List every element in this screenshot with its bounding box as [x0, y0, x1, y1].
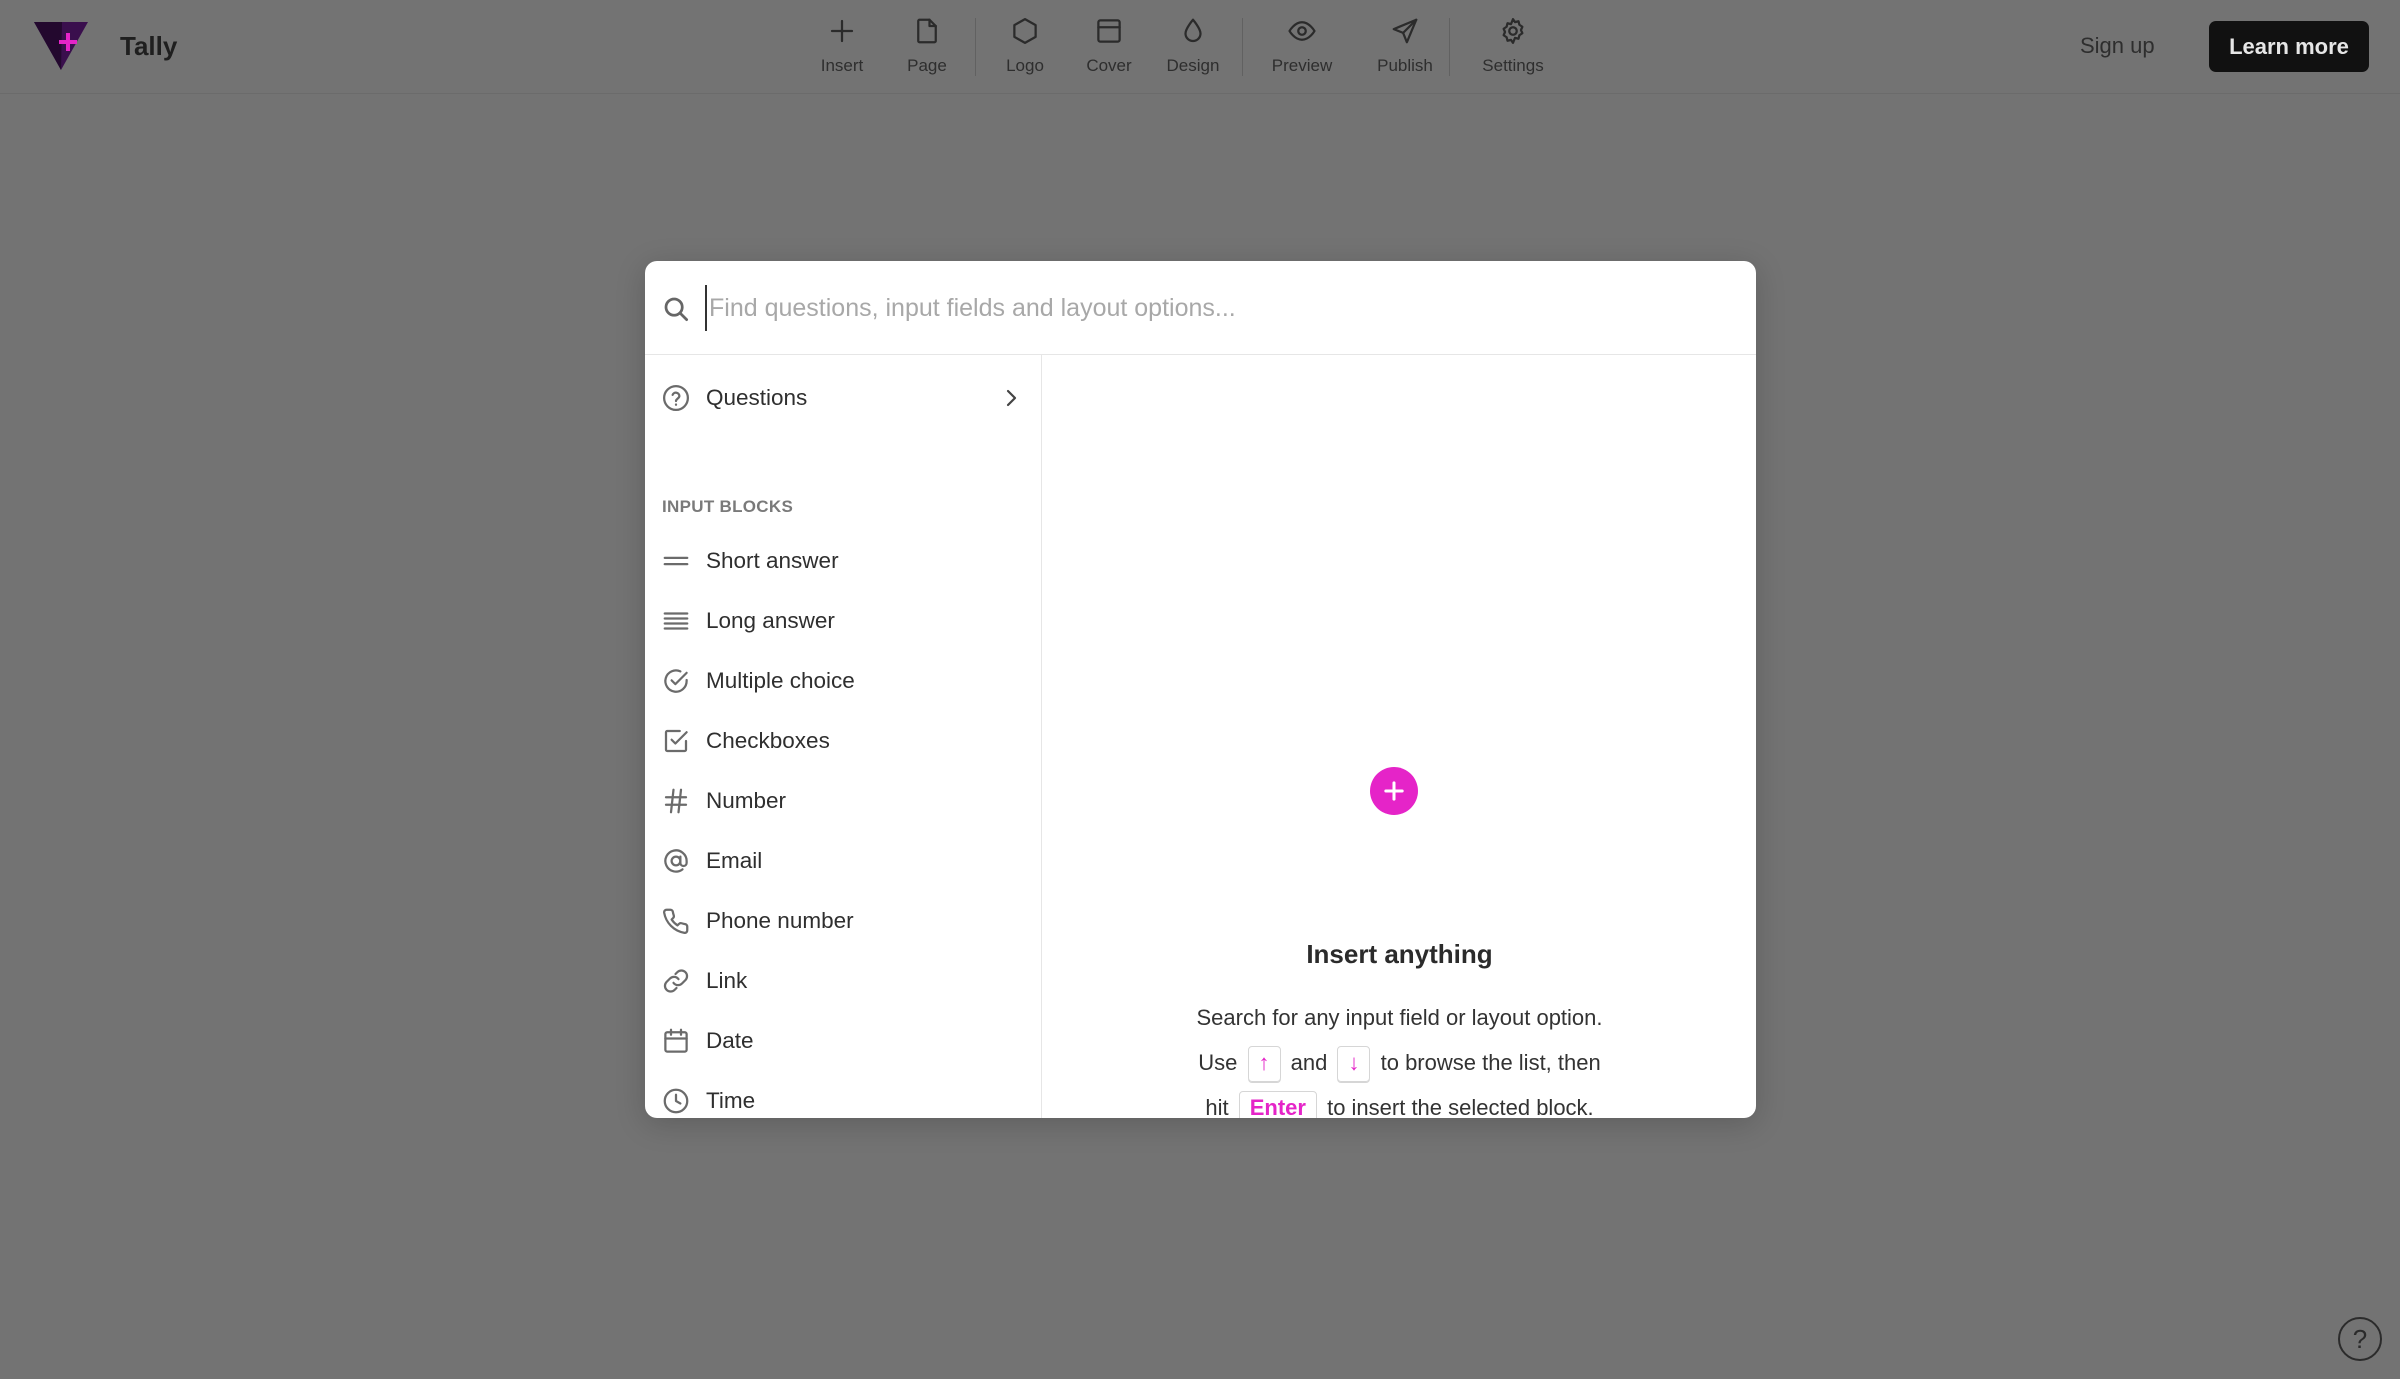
block-item-label: Email — [706, 848, 763, 873]
block-list: Questions INPUT BLOCKS Short answer Long… — [645, 355, 1042, 1118]
toolbar-insert-button[interactable]: Insert — [805, 12, 879, 82]
toolbar-preview-button[interactable]: Preview — [1243, 12, 1361, 82]
block-item-label: Multiple choice — [706, 668, 855, 693]
toolbar-cover-label: Cover — [1086, 56, 1132, 75]
learn-more-button[interactable]: Learn more — [2209, 21, 2369, 72]
link-icon — [661, 966, 691, 996]
help-button[interactable]: ? — [2338, 1317, 2382, 1361]
toolbar-settings-label: Settings — [1482, 56, 1544, 75]
instructions-insert-text: to insert the selected block. — [1327, 1095, 1594, 1118]
instructions-and-text: and — [1290, 1050, 1328, 1075]
check-circle-icon — [661, 666, 691, 696]
block-item-date[interactable]: Date — [645, 1015, 1041, 1067]
insert-info-panel: Insert anything Search for any input fie… — [1043, 355, 1756, 1118]
short-answer-icon — [661, 546, 691, 576]
enter-key: Enter — [1238, 1091, 1317, 1118]
toolbar-settings-button[interactable]: Settings — [1450, 12, 1576, 82]
questions-label: Questions — [706, 385, 808, 410]
toolbar-preview-label: Preview — [1271, 56, 1333, 75]
block-item-label: Number — [706, 788, 787, 813]
block-item-link[interactable]: Link — [645, 955, 1041, 1007]
block-item-long-answer[interactable]: Long answer — [645, 595, 1041, 647]
editor-toolbar: Insert Page Logo Cover Design Preview Pu… — [805, 12, 1576, 82]
block-item-time[interactable]: Time — [645, 1075, 1041, 1118]
block-item-multiple-choice[interactable]: Multiple choice — [645, 655, 1041, 707]
at-icon — [661, 846, 691, 876]
instructions-line-3: hit Enter to insert the selected block. — [1043, 1085, 1756, 1118]
block-item-phone-number[interactable]: Phone number — [645, 895, 1041, 947]
section-heading-input-blocks: INPUT BLOCKS — [662, 497, 794, 516]
block-item-label: Long answer — [706, 608, 835, 633]
sign-up-link[interactable]: Sign up — [2080, 33, 2155, 59]
tally-logo-icon — [34, 22, 88, 70]
checkbox-icon — [661, 726, 691, 756]
block-item-checkboxes[interactable]: Checkboxes — [645, 715, 1041, 767]
toolbar-page-label: Page — [907, 56, 947, 75]
long-answer-icon — [661, 606, 691, 636]
search-icon — [661, 294, 691, 324]
insert-anything-title: Insert anything — [1306, 939, 1493, 969]
instructions-line-1: Search for any input field or layout opt… — [1196, 1005, 1603, 1030]
block-item-label: Phone number — [706, 908, 854, 933]
block-item-label: Link — [706, 968, 748, 993]
insert-instructions: Search for any input field or layout opt… — [1043, 995, 1756, 1118]
search-bar — [645, 261, 1756, 355]
brand[interactable]: Tally — [32, 20, 177, 72]
eye-icon — [1288, 21, 1316, 41]
block-item-label: Date — [706, 1028, 754, 1053]
block-item-label: Time — [706, 1088, 756, 1113]
phone-icon — [661, 906, 691, 936]
block-item-number[interactable]: Number — [645, 775, 1041, 827]
page-icon — [917, 18, 937, 44]
gear-icon — [1502, 18, 1524, 44]
instructions-browse-text: to browse the list, then — [1380, 1050, 1601, 1075]
toolbar-insert-label: Insert — [820, 56, 864, 75]
instructions-use-text: Use — [1198, 1050, 1238, 1075]
insert-block-modal: Questions INPUT BLOCKS Short answer Long… — [645, 261, 1756, 1118]
droplet-icon — [1184, 18, 1202, 43]
search-input[interactable] — [705, 285, 1725, 331]
toolbar-logo-label: Logo — [1006, 56, 1044, 75]
block-item-short-answer[interactable]: Short answer — [645, 535, 1041, 587]
block-item-label: Checkboxes — [706, 728, 830, 753]
toolbar-cover-button[interactable]: Cover — [1074, 12, 1144, 82]
instructions-line-2: Use ↑ and ↓ to browse the list, then — [1043, 1040, 1756, 1085]
cover-icon — [1097, 19, 1121, 43]
arrow-down-key: ↓ — [1337, 1046, 1371, 1083]
instructions-hit-text: hit — [1205, 1095, 1229, 1118]
send-icon — [1392, 18, 1418, 44]
plus-icon — [830, 19, 854, 43]
toolbar-publish-button[interactable]: Publish — [1361, 12, 1449, 82]
arrow-up-key: ↑ — [1247, 1046, 1281, 1083]
app-name: Tally — [120, 30, 178, 61]
toolbar-design-label: Design — [1166, 56, 1220, 75]
top-bar: Tally Insert Page Logo Cover Design Prev… — [0, 0, 2400, 94]
hash-icon — [661, 786, 691, 816]
toolbar-logo-button[interactable]: Logo — [976, 12, 1074, 82]
toolbar-page-button[interactable]: Page — [879, 12, 975, 82]
insert-plus-icon — [1370, 767, 1418, 815]
clock-icon — [661, 1086, 691, 1116]
calendar-icon — [661, 1026, 691, 1056]
questions-menu-item[interactable]: Questions — [645, 372, 1041, 424]
chevron-right-icon — [999, 386, 1023, 410]
hexagon-icon — [1013, 18, 1037, 44]
help-circle-icon — [661, 383, 691, 413]
block-item-label: Short answer — [706, 548, 839, 573]
toolbar-publish-label: Publish — [1377, 56, 1433, 75]
block-item-email[interactable]: Email — [645, 835, 1041, 887]
toolbar-design-button[interactable]: Design — [1144, 12, 1242, 82]
